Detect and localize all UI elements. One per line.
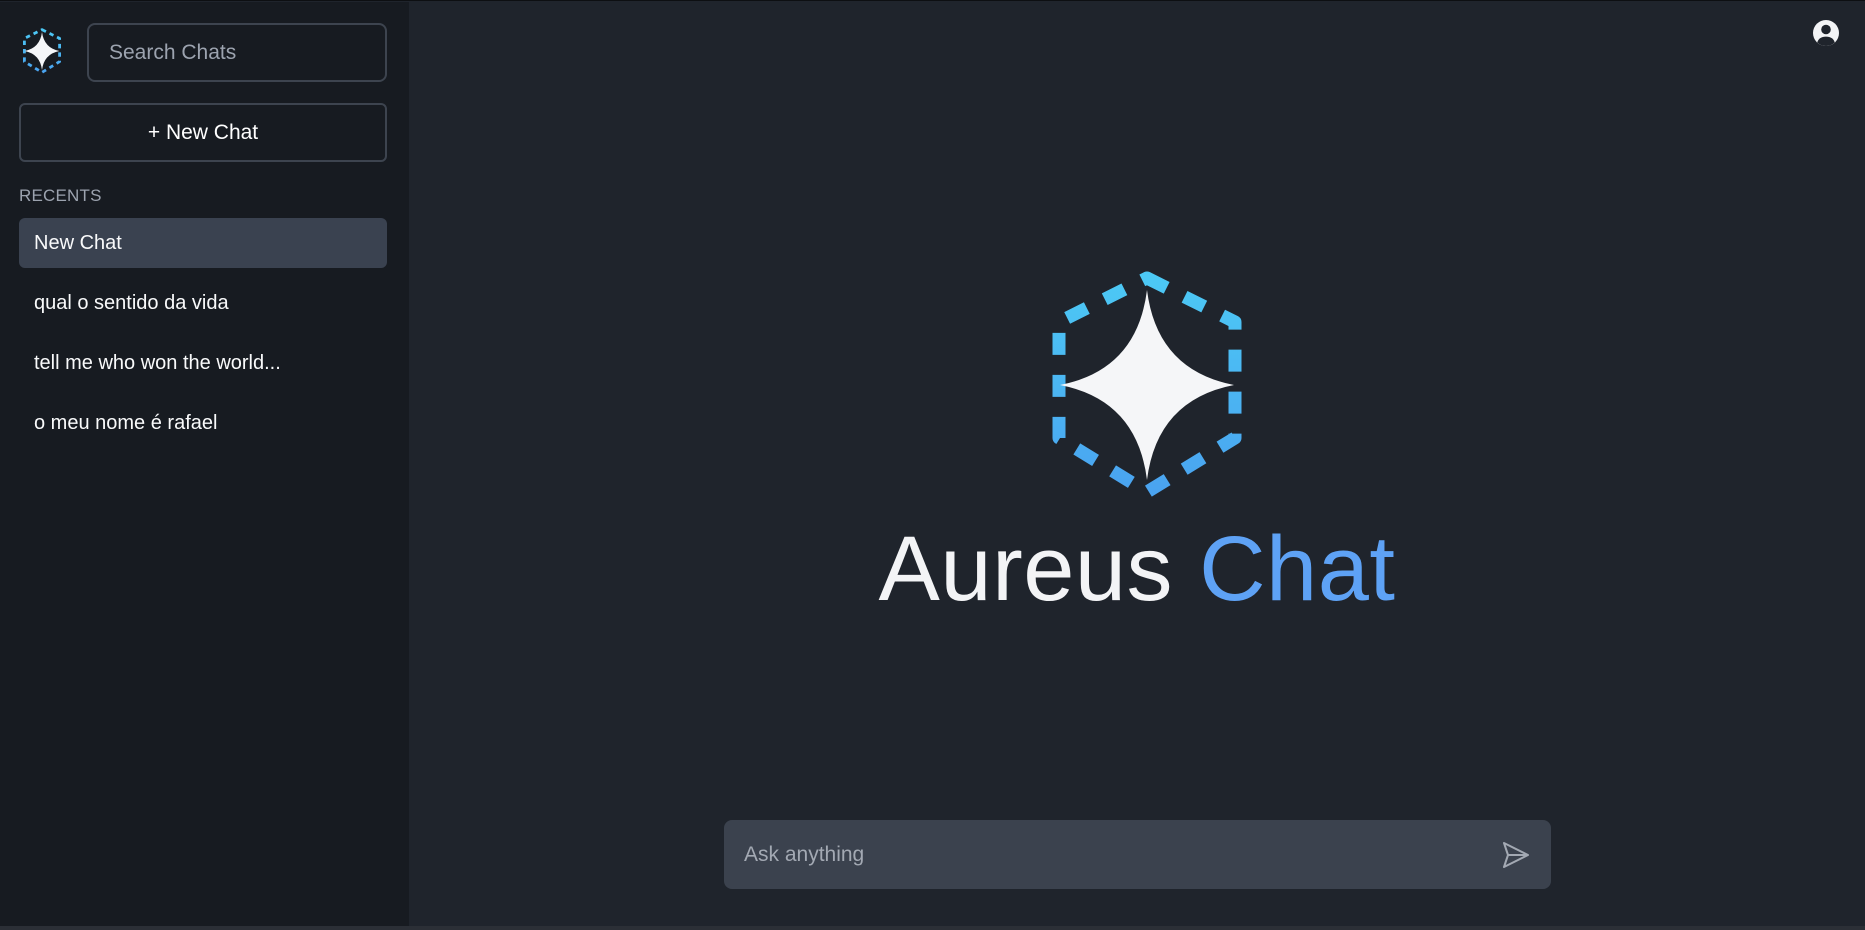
chat-item-world-cup[interactable]: tell me who won the world...: [19, 338, 387, 388]
ask-anything-input[interactable]: [724, 820, 1484, 889]
search-chats-input[interactable]: [87, 23, 387, 82]
app-window: + New Chat RECENTS New Chat qual o senti…: [0, 0, 1865, 930]
recents-heading: RECENTS: [19, 186, 102, 205]
chat-item-qual-o-sentido[interactable]: qual o sentido da vida: [19, 278, 387, 328]
aureus-star-logo-icon: [1052, 271, 1242, 499]
new-chat-button[interactable]: + New Chat: [19, 103, 387, 162]
chat-item-meu-nome[interactable]: o meu nome é rafael: [19, 398, 387, 448]
sidebar: + New Chat RECENTS New Chat qual o senti…: [0, 2, 409, 926]
brand-primary: Aureus: [878, 518, 1174, 620]
aureus-logo-icon[interactable]: [19, 28, 65, 74]
message-composer: [724, 820, 1551, 889]
brand-title: Aureus Chat: [409, 514, 1865, 624]
recent-chats-list: New Chat qual o sentido da vida tell me …: [19, 218, 387, 458]
main-panel: Aureus Chat: [409, 2, 1865, 926]
chat-item-new-chat[interactable]: New Chat: [19, 218, 387, 268]
user-circle-icon[interactable]: [1811, 18, 1841, 48]
bottom-border: [0, 926, 1865, 930]
send-icon[interactable]: [1501, 840, 1531, 870]
brand-accent: Chat: [1199, 518, 1396, 620]
